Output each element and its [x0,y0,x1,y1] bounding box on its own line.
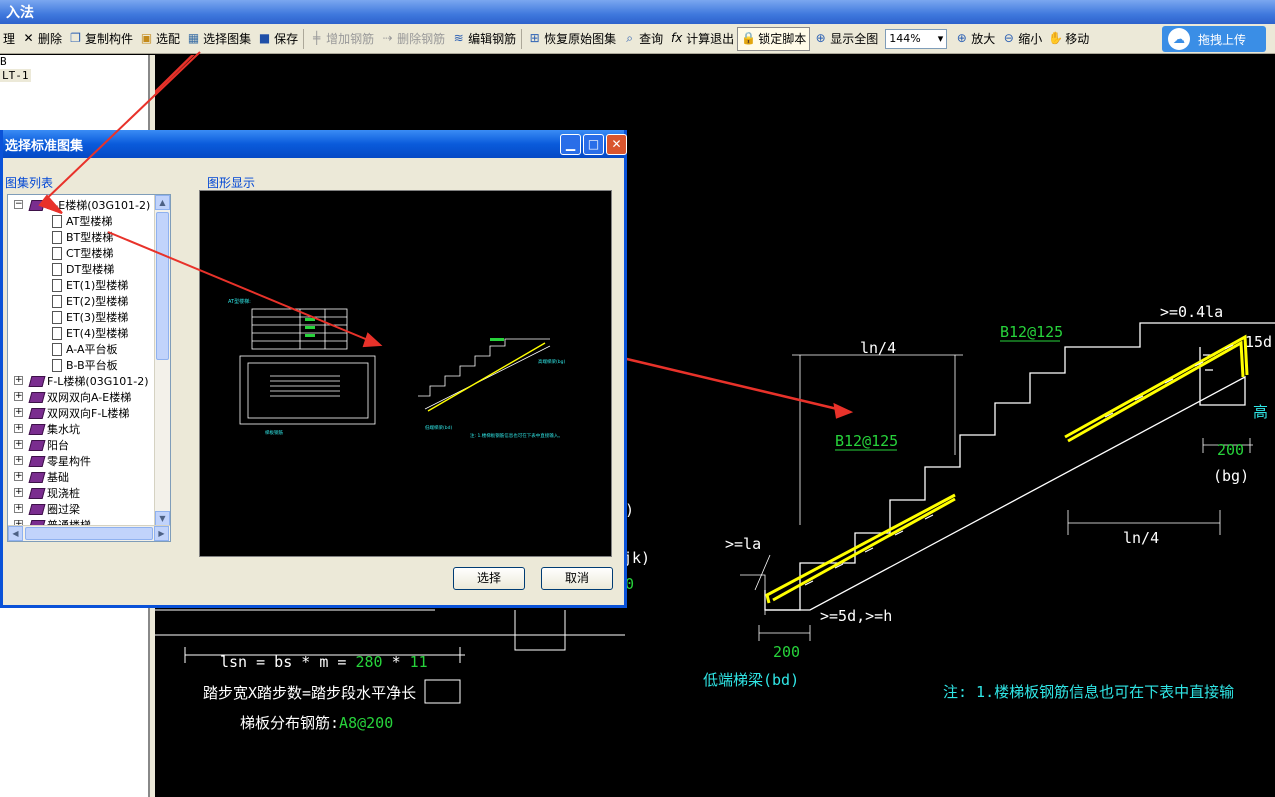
overlay-arrows [38,51,383,348]
